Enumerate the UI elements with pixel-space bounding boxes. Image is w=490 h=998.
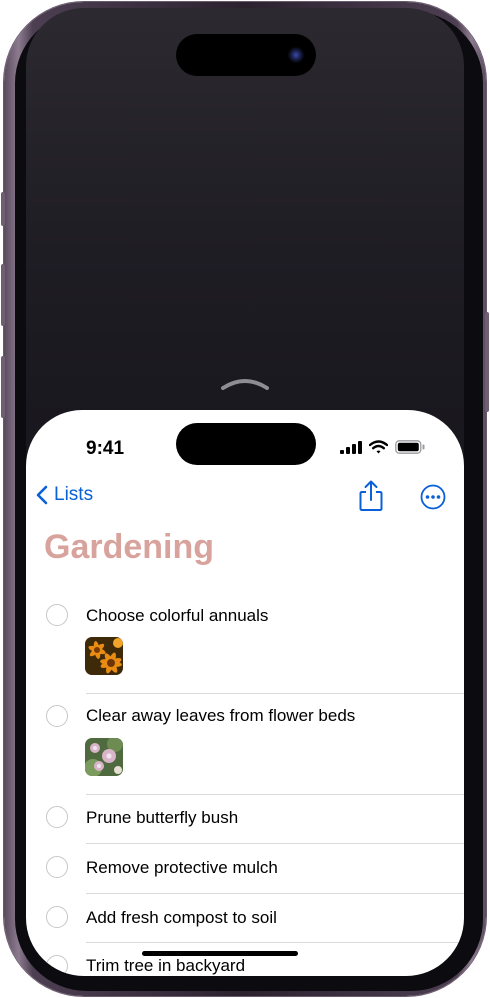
home-indicator[interactable]	[142, 951, 298, 956]
separator	[86, 794, 464, 795]
volume-down-button	[1, 356, 5, 418]
status-icons	[340, 440, 425, 454]
separator	[86, 893, 464, 894]
share-icon[interactable]	[358, 480, 384, 512]
item-title[interactable]: Clear away leaves from flower beds	[86, 706, 355, 726]
chevron-up-icon[interactable]	[219, 374, 271, 392]
volume-up-button	[1, 264, 5, 326]
reminders-sheet: 9:41 Lists Gardening Choose colorful ann…	[26, 410, 464, 976]
list-title: Gardening	[44, 528, 215, 566]
completion-circle[interactable]	[46, 604, 68, 626]
chevron-left-icon	[36, 485, 48, 505]
separator	[86, 843, 464, 844]
wifi-icon	[369, 440, 388, 454]
status-time: 9:41	[86, 438, 125, 459]
dynamic-island	[176, 423, 316, 465]
pink-flowers-image[interactable]	[85, 738, 123, 776]
battery-icon	[395, 440, 425, 454]
back-label: Lists	[54, 484, 94, 505]
completion-circle[interactable]	[46, 955, 68, 976]
item-title[interactable]: Choose colorful annuals	[86, 606, 268, 626]
item-title[interactable]: Add fresh compost to soil	[86, 908, 277, 928]
item-title[interactable]: Prune butterfly bush	[86, 808, 238, 828]
item-title[interactable]: Trim tree in backyard	[86, 956, 245, 976]
cellular-signal-icon	[340, 440, 362, 454]
completion-circle[interactable]	[46, 806, 68, 828]
separator	[86, 942, 464, 943]
action-button	[1, 192, 5, 226]
orange-flowers-image[interactable]	[85, 637, 123, 675]
power-button	[485, 312, 489, 412]
completion-circle[interactable]	[46, 705, 68, 727]
camera-icon	[288, 47, 304, 63]
screen: 9:41 Lists Gardening Choose colorful ann…	[26, 8, 464, 976]
completion-circle[interactable]	[46, 906, 68, 928]
dynamic-island	[176, 34, 316, 76]
more-options-icon[interactable]	[420, 484, 446, 510]
completion-circle[interactable]	[46, 856, 68, 878]
back-button[interactable]: Lists	[36, 484, 93, 506]
separator	[86, 693, 464, 694]
item-title[interactable]: Remove protective mulch	[86, 858, 278, 878]
